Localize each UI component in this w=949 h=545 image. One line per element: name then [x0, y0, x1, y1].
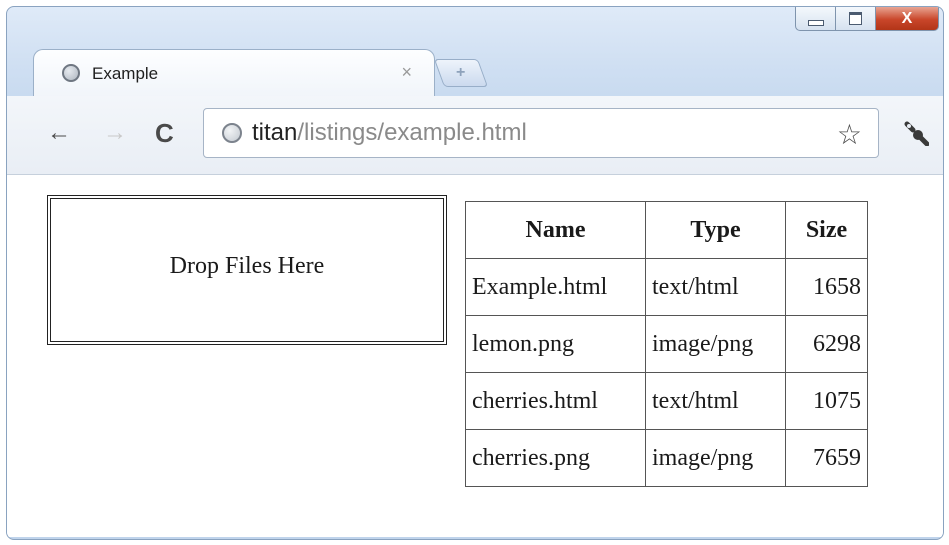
globe-icon — [62, 64, 80, 82]
url-path: /listings/example.html — [297, 119, 527, 146]
close-window-button[interactable]: X — [875, 7, 939, 31]
header-size: Size — [785, 201, 868, 259]
globe-icon — [222, 123, 242, 143]
forward-button[interactable]: → — [103, 119, 127, 147]
cell-size: 6298 — [785, 315, 868, 373]
cell-size: 1075 — [785, 372, 868, 430]
header-type: Type — [645, 201, 786, 259]
wrench-icon[interactable] — [903, 120, 929, 146]
cell-size: 1658 — [785, 258, 868, 316]
cell-name: Example.html — [465, 258, 646, 316]
back-button[interactable]: ← — [47, 119, 71, 147]
url-text[interactable]: titan/listings/example.html — [252, 119, 527, 147]
minimize-button[interactable] — [795, 7, 835, 31]
file-table: Name Type Size Example.html text/html 16… — [465, 201, 868, 487]
cell-type: text/html — [645, 372, 786, 430]
url-host: titan — [252, 119, 298, 146]
reload-button[interactable]: C — [155, 119, 174, 147]
cell-type: image/png — [645, 429, 786, 487]
toolbar: ← → C titan/listings/example.html ☆ — [7, 96, 943, 175]
cell-type: image/png — [645, 315, 786, 373]
close-icon: X — [901, 9, 913, 27]
maximize-icon — [849, 12, 862, 25]
plus-icon: + — [456, 64, 466, 81]
minimize-icon — [807, 19, 824, 26]
tab-example[interactable]: Example × — [33, 49, 435, 97]
table-row: cherries.png image/png 7659 — [465, 429, 868, 487]
tab-close-icon[interactable]: × — [401, 62, 412, 83]
star-icon[interactable]: ☆ — [837, 118, 862, 151]
table-row: Example.html text/html 1658 — [465, 258, 868, 316]
cell-name: cherries.html — [465, 372, 646, 430]
cell-name: lemon.png — [465, 315, 646, 373]
cell-type: text/html — [645, 258, 786, 316]
maximize-button[interactable] — [835, 7, 875, 31]
header-name: Name — [465, 201, 646, 259]
address-bar[interactable]: titan/listings/example.html ☆ — [203, 108, 879, 158]
table-row: lemon.png image/png 6298 — [465, 315, 868, 373]
drop-zone-label: Drop Files Here — [169, 252, 325, 279]
browser-window: X Example × + ← → C titan/listings/examp… — [6, 6, 944, 540]
tab-title: Example — [92, 64, 159, 83]
new-tab-button[interactable]: + — [433, 59, 489, 87]
drop-zone[interactable]: Drop Files Here — [47, 195, 447, 345]
table-header-row: Name Type Size — [465, 201, 868, 259]
window-controls: X — [795, 7, 939, 33]
page-content: Drop Files Here Name Type Size Example.h… — [7, 175, 943, 537]
table-row: cherries.html text/html 1075 — [465, 372, 868, 430]
cell-size: 7659 — [785, 429, 868, 487]
cell-name: cherries.png — [465, 429, 646, 487]
